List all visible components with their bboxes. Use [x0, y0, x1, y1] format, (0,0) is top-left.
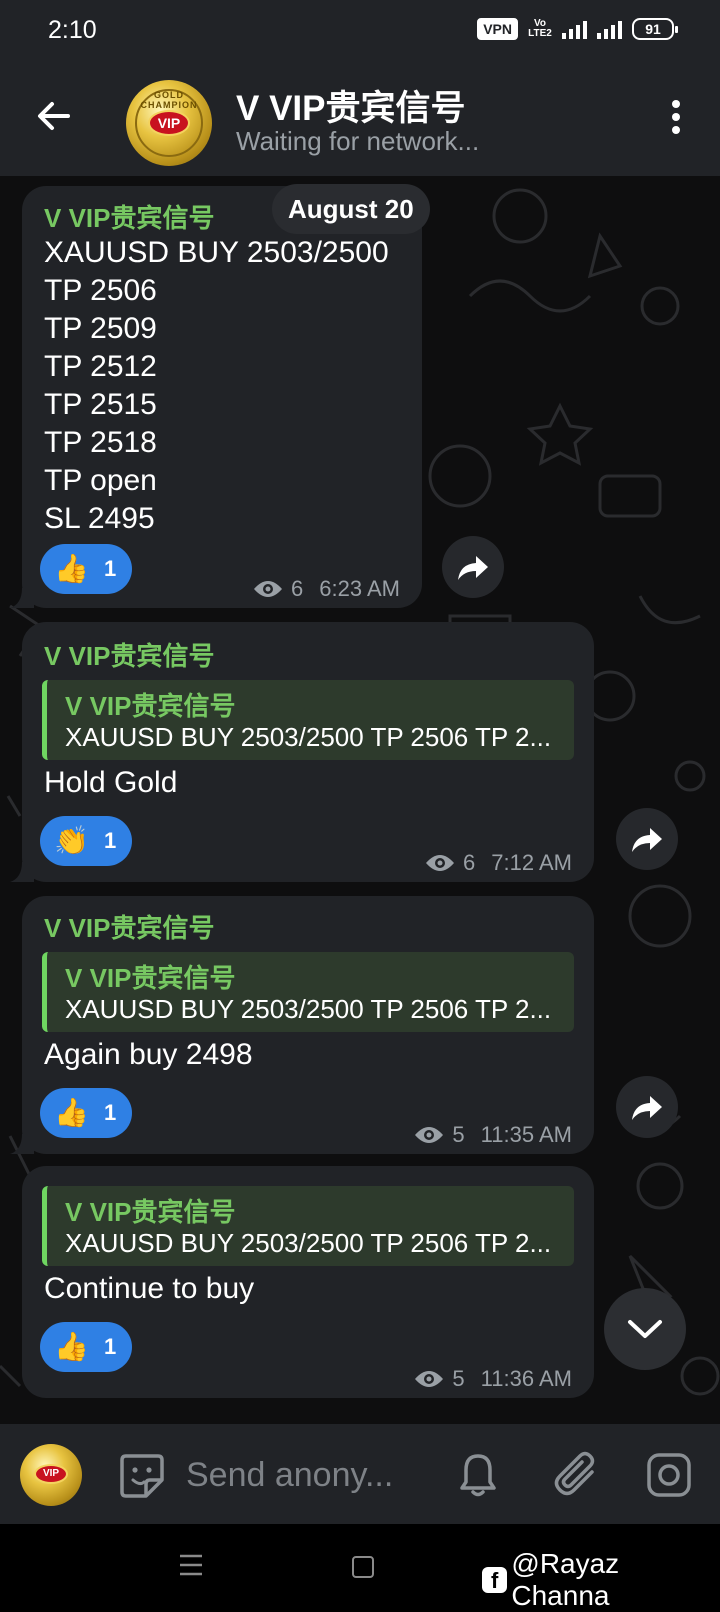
- reply-sender: V VIP贵宾信号: [65, 1197, 236, 1227]
- forward-icon: [458, 556, 488, 580]
- bell-icon: [460, 1454, 496, 1497]
- facebook-icon: f: [482, 1567, 508, 1593]
- forward-icon: [632, 828, 662, 852]
- status-icons: VPN Vo LTE2 91: [477, 18, 678, 40]
- attach-button[interactable]: [554, 1450, 600, 1503]
- reaction-count: 1: [104, 556, 117, 581]
- scroll-down-button[interactable]: [604, 1288, 686, 1370]
- forward-icon: [632, 1096, 662, 1120]
- signal-icon-1: [562, 19, 587, 39]
- message-sender[interactable]: V VIP贵宾信号: [44, 198, 214, 235]
- message-text: Again buy 2498: [44, 1038, 253, 1071]
- channel-title[interactable]: V VIP贵宾信号: [236, 80, 465, 131]
- reaction-count: 1: [104, 1100, 117, 1125]
- reaction-count: 1: [104, 1334, 117, 1359]
- sticker-icon: [120, 1454, 164, 1498]
- reply-preview[interactable]: V VIP贵宾信号 XAUUSD BUY 2503/2500 TP 2506 T…: [42, 680, 574, 760]
- reaction-chip[interactable]: 👏 1: [40, 816, 132, 866]
- status-time: 2:10: [48, 16, 97, 44]
- message-text: Continue to buy: [44, 1272, 255, 1305]
- signal-icon-2: [597, 19, 622, 39]
- thumbs-up-icon: 👍: [54, 1331, 89, 1362]
- avatar-vip-badge: VIP: [34, 1464, 68, 1484]
- message-time: 11:36 AM: [480, 1366, 572, 1391]
- vpn-badge: VPN: [477, 18, 518, 40]
- more-dots-icon: [672, 100, 680, 108]
- system-nav-bar: f @Rayaz Channa: [0, 1524, 720, 1612]
- view-count: 5: [452, 1366, 465, 1391]
- message-input[interactable]: [186, 1450, 416, 1500]
- message-bubble[interactable]: V VIP贵宾信号 XAUUSD BUY 2503/2500 TP 2506 T…: [10, 186, 422, 608]
- chat-header: GOLD CHAMPION VIP V VIP贵宾信号 Waiting for …: [0, 62, 720, 176]
- message-meta: 5 11:36 AM: [414, 1366, 572, 1392]
- reply-preview[interactable]: V VIP贵宾信号 XAUUSD BUY 2503/2500 TP 2506 T…: [42, 952, 574, 1032]
- reaction-chip[interactable]: 👍 1: [40, 544, 132, 594]
- volte-icon: Vo LTE2: [528, 18, 552, 39]
- message-meta: 6 7:12 AM: [425, 850, 572, 876]
- status-bar: 2:10 VPN Vo LTE2 91: [0, 0, 720, 62]
- message-bubble[interactable]: V VIP贵宾信号 V VIP贵宾信号 XAUUSD BUY 2503/2500…: [10, 896, 594, 1154]
- sticker-button[interactable]: [118, 1452, 166, 1505]
- reply-text: XAUUSD BUY 2503/2500 TP 2506 TP 2...: [65, 994, 552, 1024]
- clapping-hands-icon: 👏: [54, 825, 89, 856]
- message-bubble[interactable]: V VIP贵宾信号 V VIP贵宾信号 XAUUSD BUY 2503/2500…: [10, 622, 594, 882]
- message-sender[interactable]: V VIP贵宾信号: [44, 908, 214, 945]
- eye-icon: [415, 1127, 444, 1143]
- battery-icon: 91: [632, 18, 678, 40]
- eye-icon: [426, 855, 455, 871]
- share-button[interactable]: [616, 1076, 678, 1138]
- view-count: 6: [463, 850, 476, 875]
- reaction-chip[interactable]: 👍 1: [40, 1088, 132, 1138]
- chevron-down-icon: [628, 1320, 662, 1338]
- reply-text: XAUUSD BUY 2503/2500 TP 2506 TP 2...: [65, 1228, 552, 1258]
- watermark: f @Rayaz Channa: [482, 1548, 720, 1612]
- message-bubble[interactable]: V VIP贵宾信号 XAUUSD BUY 2503/2500 TP 2506 T…: [22, 1166, 594, 1398]
- input-bar: VIP: [0, 1424, 720, 1524]
- camera-button[interactable]: [646, 1452, 692, 1503]
- paperclip-icon: [554, 1451, 595, 1496]
- message-meta: 5 11:35 AM: [414, 1122, 572, 1148]
- silent-broadcast-button[interactable]: [458, 1452, 498, 1503]
- message-text: Hold Gold: [44, 766, 178, 799]
- recents-button[interactable]: [178, 1552, 204, 1583]
- eye-icon: [254, 581, 283, 597]
- more-menu-button[interactable]: [672, 100, 682, 136]
- back-button[interactable]: [34, 96, 74, 136]
- reply-sender: V VIP贵宾信号: [65, 691, 236, 721]
- channel-avatar[interactable]: GOLD CHAMPION VIP: [126, 80, 212, 166]
- message-time: 6:23 AM: [319, 576, 400, 601]
- avatar-ring-text: GOLD CHAMPION: [140, 90, 198, 110]
- share-button[interactable]: [616, 808, 678, 870]
- send-as-avatar[interactable]: VIP: [20, 1444, 82, 1506]
- eye-icon: [415, 1371, 444, 1387]
- chat-area[interactable]: V VIP贵宾信号 XAUUSD BUY 2503/2500 TP 2506 T…: [0, 176, 720, 1424]
- camera-icon: [647, 1453, 691, 1497]
- view-count: 5: [452, 1122, 465, 1147]
- view-count: 6: [291, 576, 304, 601]
- thumbs-up-icon: 👍: [54, 1097, 89, 1128]
- reply-sender: V VIP贵宾信号: [65, 963, 236, 993]
- message-time: 11:35 AM: [480, 1122, 572, 1147]
- thumbs-up-icon: 👍: [54, 553, 89, 584]
- avatar-vip-badge: VIP: [148, 110, 190, 136]
- message-time: 7:12 AM: [491, 850, 572, 875]
- message-sender[interactable]: V VIP贵宾信号: [44, 636, 214, 673]
- recents-icon: [180, 1554, 202, 1576]
- reply-text: XAUUSD BUY 2503/2500 TP 2506 TP 2...: [65, 722, 552, 752]
- channel-status: Waiting for network...: [236, 126, 480, 156]
- message-meta: 6 6:23 AM: [253, 576, 400, 602]
- watermark-text: @Rayaz Channa: [511, 1548, 620, 1611]
- share-button[interactable]: [442, 536, 504, 598]
- reaction-chip[interactable]: 👍 1: [40, 1322, 132, 1372]
- date-chip: August 20: [272, 184, 430, 234]
- home-button[interactable]: [352, 1556, 374, 1578]
- reaction-count: 1: [104, 828, 117, 853]
- reply-preview[interactable]: V VIP贵宾信号 XAUUSD BUY 2503/2500 TP 2506 T…: [42, 1186, 574, 1266]
- message-text: XAUUSD BUY 2503/2500 TP 2506 TP 2509 TP …: [44, 236, 389, 535]
- arrow-left-icon: [38, 102, 70, 130]
